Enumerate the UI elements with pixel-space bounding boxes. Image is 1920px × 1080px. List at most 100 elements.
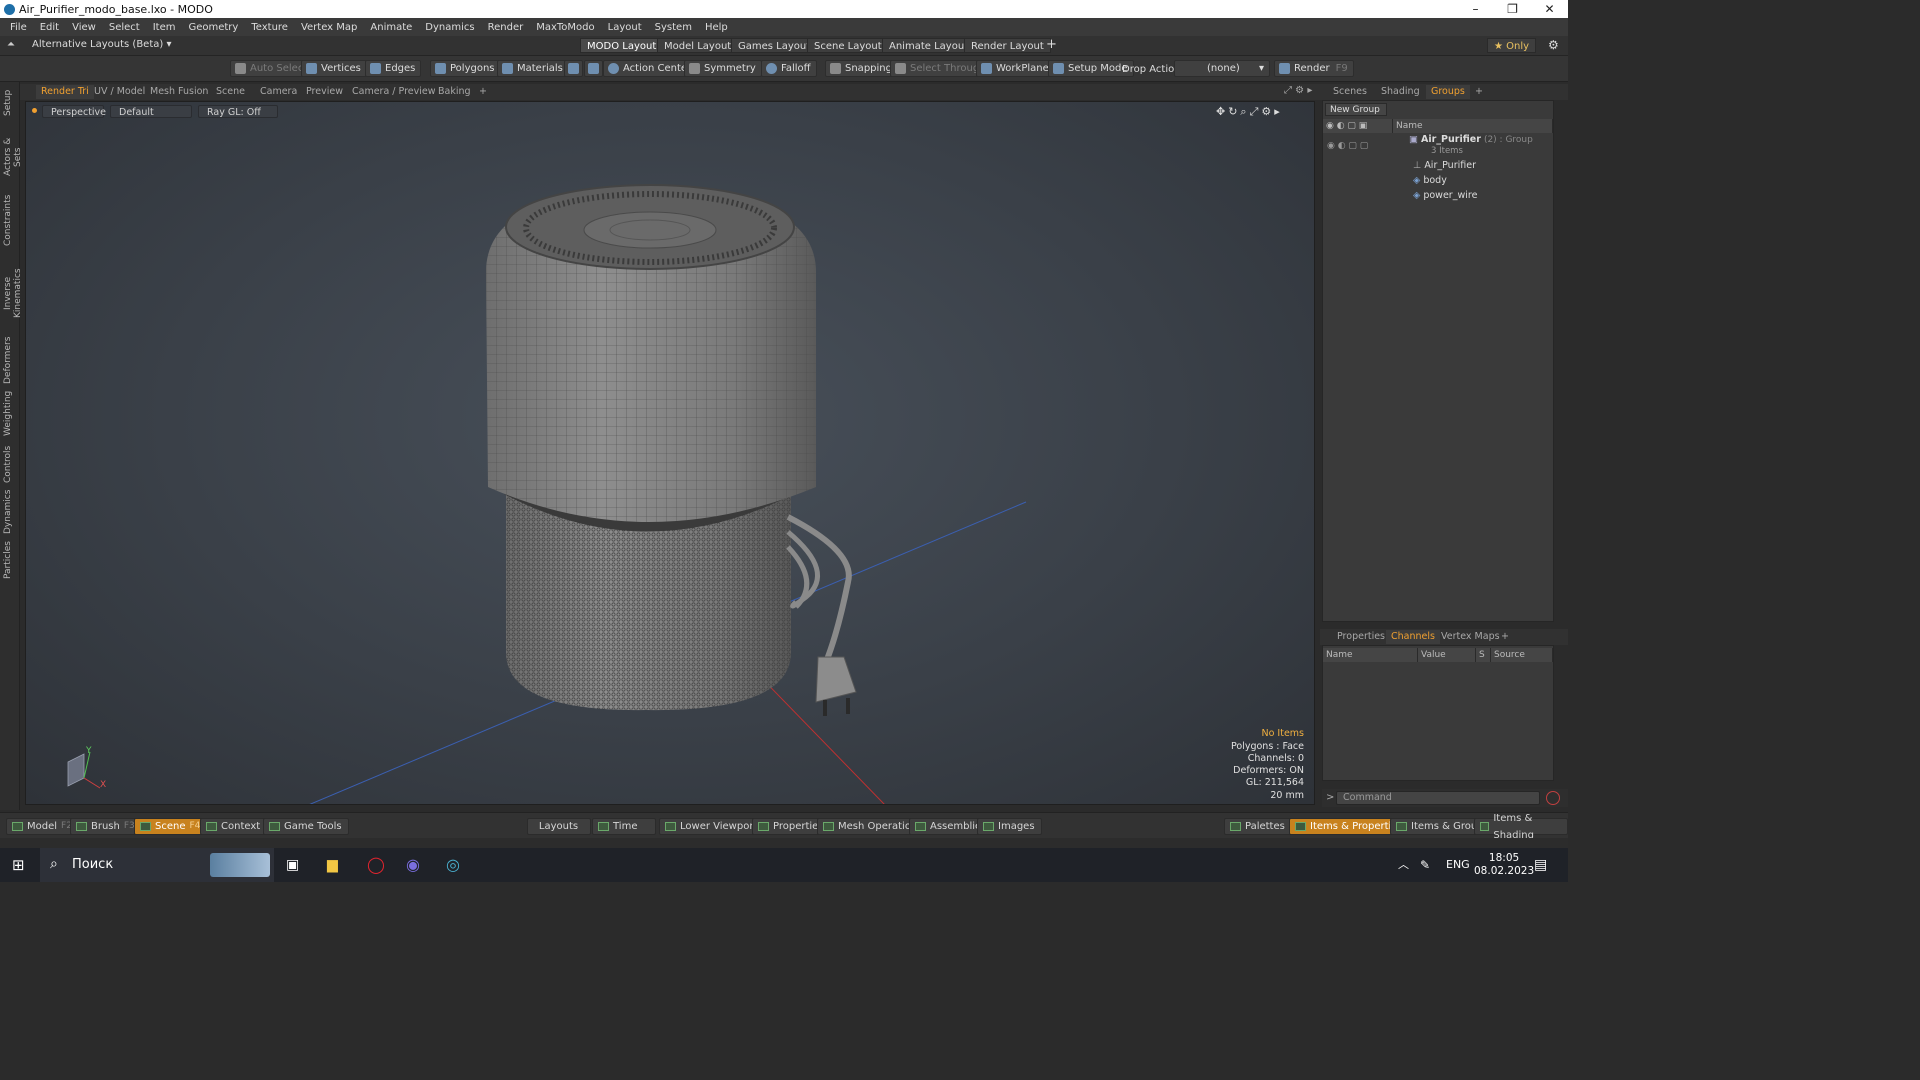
taskbar-search[interactable]: ⌕ Поиск [40, 848, 274, 882]
tab-shading[interactable]: Shading [1376, 85, 1425, 99]
name-column-header[interactable]: Name [1393, 119, 1553, 133]
file-explorer-icon[interactable]: ▆ [327, 848, 338, 882]
time-button[interactable]: Time [592, 818, 656, 835]
vertices-button[interactable]: Vertices [301, 60, 367, 77]
menu-system[interactable]: System [655, 22, 692, 33]
channels-source-header[interactable]: Source [1491, 648, 1553, 662]
group-row-air-purifier[interactable]: ▣ Air_Purifier (2) : Group [1409, 134, 1533, 145]
menu-item[interactable]: Item [153, 22, 176, 33]
brush-button[interactable]: Brush F3 [70, 818, 142, 835]
record-icon[interactable] [1546, 791, 1560, 805]
menu-maxtomodo[interactable]: MaxToModo [536, 22, 594, 33]
polygons-button[interactable]: Polygons [430, 60, 501, 77]
images-button[interactable]: Images [977, 818, 1042, 835]
materials-button[interactable]: Materials [497, 60, 569, 77]
items-shading-button[interactable]: Items & Shading [1474, 813, 1568, 841]
tab-scenes[interactable]: Scenes [1328, 85, 1372, 99]
vtab-dynamics[interactable]: Dynamics [3, 490, 17, 534]
tab-games-layout[interactable]: Games Layout [731, 38, 818, 53]
tab-model-layout[interactable]: Model Layout [657, 38, 739, 53]
drop-action-select[interactable]: (none) ▾ [1174, 60, 1270, 77]
tab-modo-layout[interactable]: MODO Layout [580, 38, 664, 53]
menu-animate[interactable]: Animate [370, 22, 412, 33]
menu-layout[interactable]: Layout [608, 22, 642, 33]
command-input[interactable]: Command [1336, 791, 1540, 805]
symmetry-button[interactable]: Symmetry [684, 60, 762, 77]
menu-geometry[interactable]: Geometry [188, 22, 238, 33]
menu-vertex-map[interactable]: Vertex Map [301, 22, 357, 33]
alternative-layouts-dropdown[interactable]: Alternative Layouts (Beta) ▾ [32, 39, 172, 50]
tab-groups[interactable]: Groups [1426, 85, 1470, 99]
menu-texture[interactable]: Texture [251, 22, 288, 33]
context-button[interactable]: Context [200, 818, 268, 835]
channels-value-header[interactable]: Value [1418, 648, 1476, 662]
vtab-deformers[interactable]: Deformers [3, 337, 17, 384]
menu-view[interactable]: View [72, 22, 96, 33]
gear-icon[interactable]: ⚙ [1548, 38, 1559, 52]
opera-icon[interactable]: ◯ [367, 848, 385, 882]
pen-icon[interactable]: ✎ [1420, 848, 1430, 882]
vtab-controls[interactable]: Controls [3, 444, 17, 484]
tab-channels[interactable]: Channels [1386, 630, 1440, 644]
tab-mesh-fusion[interactable]: Mesh Fusion [145, 85, 213, 99]
menu-dynamics[interactable]: Dynamics [425, 22, 474, 33]
snapping-button[interactable]: Snapping [825, 60, 898, 77]
falloff-button[interactable]: Falloff [761, 60, 817, 77]
tab-animate-layout[interactable]: Animate Layout [882, 38, 976, 53]
shield-a-button[interactable] [564, 60, 583, 77]
viewport-options-icon[interactable]: ⤢ ⚙ ▸ [1284, 85, 1312, 96]
add-tab-button[interactable]: + [474, 85, 492, 99]
menu-render[interactable]: Render [488, 22, 524, 33]
palettes-button[interactable]: Palettes [1224, 818, 1292, 835]
modo-taskbar-icon[interactable]: ◎ [446, 848, 460, 882]
tab-scene[interactable]: Scene [211, 85, 250, 99]
vtab-actors-sets[interactable]: Actors & Sets [3, 128, 23, 186]
close-button[interactable]: ✕ [1531, 0, 1568, 18]
eye-icon[interactable]: ◉ ◐ ▢ ▣ [1326, 121, 1367, 131]
only-button[interactable]: ★ Only [1487, 38, 1537, 53]
tab-scene-layout[interactable]: Scene Layout [807, 38, 889, 53]
tab-baking[interactable]: Baking [433, 85, 476, 99]
add-panel-tab-button[interactable]: + [1470, 85, 1488, 99]
add-layout-button[interactable]: + [1046, 37, 1057, 52]
tab-render-tri[interactable]: Render Tri [36, 85, 94, 99]
vtab-constraints[interactable]: Constraints [3, 194, 17, 246]
tree-item-power-wire[interactable]: ◈ power_wire [1413, 190, 1477, 201]
game-tools-button[interactable]: Game Tools [263, 818, 349, 835]
layouts-button[interactable]: Layouts [527, 818, 591, 835]
render-button[interactable]: Render F9 [1274, 60, 1354, 77]
tree-item-air-purifier[interactable]: ⊥ Air_Purifier [1413, 160, 1476, 171]
task-view-icon[interactable]: ▣ [286, 848, 299, 882]
add-panel-tab-button-2[interactable]: + [1496, 630, 1514, 644]
maximize-button[interactable]: ❐ [1494, 0, 1531, 18]
setup-mode-button[interactable]: Setup Mode [1048, 60, 1134, 77]
collapse-icon[interactable]: ⏶ [7, 39, 15, 50]
discord-icon[interactable]: ◉ [406, 848, 420, 882]
vtab-particles[interactable]: Particles [3, 540, 17, 580]
group-row-toggles[interactable]: ◉ ◐ ▢ ▢ [1327, 141, 1368, 151]
tab-uv-model[interactable]: UV / Model [89, 85, 150, 99]
edges-button[interactable]: Edges [365, 60, 422, 77]
vtab-inverse-kinematics[interactable]: Inverse Kinematics [3, 254, 23, 332]
tab-render-layout[interactable]: Render Layout [964, 38, 1051, 53]
shield-b-button[interactable] [584, 60, 603, 77]
menu-file[interactable]: File [10, 22, 27, 33]
3d-viewport[interactable]: Perspective Default Ray GL: Off ✥↻⌕⤢⚙▸ Y… [25, 101, 1315, 805]
scene-button[interactable]: Scene F4 [134, 818, 208, 835]
minimize-button[interactable]: – [1457, 0, 1494, 18]
tab-camera[interactable]: Camera [255, 85, 302, 99]
menu-edit[interactable]: Edit [40, 22, 59, 33]
tab-vertex-maps[interactable]: Vertex Maps [1436, 630, 1505, 644]
tree-item-body[interactable]: ◈ body [1413, 175, 1447, 186]
model-button[interactable]: Model F2 [6, 818, 79, 835]
new-group-button[interactable]: New Group [1325, 103, 1387, 116]
notifications-icon[interactable]: ▤ [1534, 848, 1547, 882]
windows-start-icon[interactable]: ⊞ [12, 848, 25, 882]
vtab-setup[interactable]: Setup [3, 88, 17, 118]
menu-help[interactable]: Help [705, 22, 728, 33]
channels-s-header[interactable]: S [1476, 648, 1491, 662]
channels-name-header[interactable]: Name [1323, 648, 1418, 662]
workplane-button[interactable]: WorkPlane [976, 60, 1055, 77]
tab-preview[interactable]: Preview [301, 85, 348, 99]
vtab-weighting[interactable]: Weighting [3, 391, 17, 436]
